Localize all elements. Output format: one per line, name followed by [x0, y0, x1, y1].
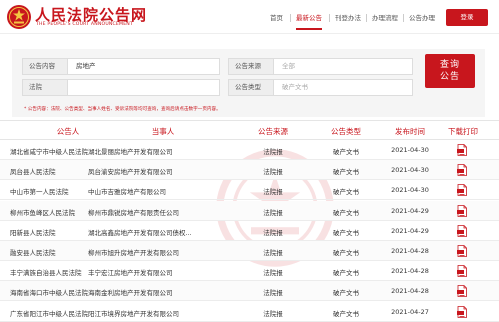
query-button-label-1: 查询 — [439, 60, 460, 70]
pdf-download-icon[interactable] — [457, 184, 467, 197]
nav-process[interactable]: 办理流程 — [372, 11, 398, 25]
announcer-cell[interactable]: 丰宁满族自治县人民法院 — [10, 267, 82, 277]
table-row[interactable]: 中山市第一人民法院 中山市吉雅房地产有限公司 法院报 破产文书 2021-04-30 — [0, 180, 499, 201]
announcer-cell[interactable]: 海南省海口市中级人民法院 — [10, 287, 88, 297]
query-button-label-2: 公告 — [439, 72, 460, 82]
date-cell: 2021-04-27 — [391, 307, 429, 316]
pdf-download-icon[interactable] — [457, 265, 467, 278]
party-cell[interactable]: 湖北高鑫房地产开发有限公司债权... — [88, 227, 192, 237]
source-cell: 法院报 — [263, 289, 283, 298]
party-cell[interactable]: 阳江市境界房地产开发有限公司 — [88, 308, 179, 318]
type-cell: 破产文书 — [333, 289, 359, 298]
source-cell: 法院报 — [263, 148, 283, 156]
date-cell: 2021-04-28 — [391, 247, 429, 255]
source-cell: 法院报 — [263, 228, 283, 237]
table-row[interactable]: 凤台县人民法院 凤台渝安房地产开发有限公司 法院报 破产文书 2021-04-30 — [0, 160, 499, 181]
party-cell[interactable]: 丰宁宏江房地产开发有限公司 — [88, 267, 173, 277]
pdf-download-icon[interactable] — [457, 204, 467, 217]
site-subtitle: THE PEOPLE'S COURT ANNOUNCEMENT — [36, 22, 133, 27]
pdf-download-icon[interactable] — [457, 285, 467, 298]
nav-latest-announcements[interactable]: 最新公告 — [296, 11, 322, 30]
query-button[interactable]: 查询 公告 — [425, 54, 475, 88]
table-row[interactable]: 海南省海口市中级人民法院 海南金利房地产开发有限公司 法院报 破产文书 2021-04-… — [0, 281, 499, 302]
party-cell[interactable]: 海南金利房地产开发有限公司 — [88, 287, 173, 297]
type-cell: 破产文书 — [333, 269, 359, 278]
announcer-cell[interactable]: 凤台县人民法院 — [10, 166, 56, 176]
type-cell: 破产文书 — [333, 188, 359, 197]
col-party: 当事人 — [151, 127, 175, 136]
party-cell[interactable]: 柳州市旭升房地产开发有限公司 — [88, 247, 179, 257]
table-row[interactable]: 柳州市鱼峰区人民法院 柳州市鼎锐房地产有限责任公司 法院报 破产文书 2021-04-2… — [0, 200, 499, 221]
type-cell: 破产文书 — [333, 168, 359, 177]
source-cell: 法院报 — [263, 309, 283, 318]
col-download: 下载打印 — [448, 127, 478, 136]
pdf-download-icon[interactable] — [457, 245, 467, 257]
announcer-cell[interactable]: 阳新县人民法院 — [10, 227, 56, 237]
content-input[interactable]: 房地产 — [67, 58, 220, 75]
pdf-download-icon[interactable] — [457, 224, 467, 237]
type-select[interactable]: 破产文书 — [273, 79, 413, 96]
table-header: 公告人 当事人 公告来源 公告类型 发布时间 下载打印 — [0, 120, 499, 140]
nav-publishing-methods[interactable]: 刊登办法 — [335, 11, 361, 25]
table-row[interactable]: 阳新县人民法院 湖北高鑫房地产开发有限公司债权... 法院报 破产文书 2021-04-… — [0, 221, 499, 241]
table-row[interactable]: 融安县人民法院 柳州市旭升房地产开发有限公司 法院报 破产文书 2021-04-28 — [0, 241, 499, 261]
type-cell: 破产文书 — [333, 309, 359, 318]
type-cell: 破产文书 — [333, 228, 359, 237]
nav-announcement-handling[interactable]: 公告办理 — [409, 11, 435, 25]
table-row[interactable]: 丰宁满族自治县人民法院 丰宁宏江房地产开发有限公司 法院报 破产文书 2021-04-2… — [0, 261, 499, 282]
pdf-download-icon[interactable] — [457, 164, 467, 177]
col-type: 公告类型 — [331, 127, 361, 136]
date-cell: 2021-04-30 — [391, 146, 429, 154]
type-cell: 破产文书 — [333, 249, 359, 257]
col-announcer: 公告人 — [56, 127, 80, 136]
date-cell: 2021-04-28 — [391, 287, 429, 296]
source-cell: 法院报 — [263, 269, 283, 278]
date-cell: 2021-04-29 — [391, 206, 429, 215]
court-emblem-logo[interactable] — [6, 4, 32, 30]
announcer-cell[interactable]: 柳州市鱼峰区人民法院 — [10, 207, 75, 217]
court-input[interactable] — [67, 79, 220, 96]
col-date: 发布时间 — [395, 127, 425, 136]
login-button[interactable]: 登录 — [446, 9, 488, 26]
date-cell: 2021-04-30 — [391, 166, 429, 175]
table-row[interactable]: 湖北省咸宁市中级人民法院 湖北景丽房地产开发有限公司 法院报 破产文书 2021-04-… — [0, 140, 499, 160]
announcer-cell[interactable]: 融安县人民法院 — [10, 247, 56, 257]
pdf-download-icon[interactable] — [457, 305, 467, 318]
source-cell: 法院报 — [263, 168, 283, 177]
content-label: 公告内容 — [22, 58, 68, 75]
court-label: 法院 — [22, 79, 68, 96]
pdf-download-icon[interactable] — [457, 144, 467, 156]
site-header: 人民法院公告网 THE PEOPLE'S COURT ANNOUNCEMENT … — [0, 0, 499, 34]
announcer-cell[interactable]: 广东省阳江市中级人民法院 — [10, 308, 88, 318]
search-hint: * 公告内容：法院、公告类型、当事人姓名、受诉法院等均可查询，查询后请点击数字一… — [24, 107, 221, 112]
party-cell[interactable]: 湖北景丽房地产开发有限公司 — [88, 146, 173, 156]
table-row[interactable]: 广东省阳江市中级人民法院 阳江市境界房地产开发有限公司 法院报 破产文书 2021-04… — [0, 302, 499, 322]
nav-home[interactable]: 首页 — [270, 11, 283, 25]
col-source: 公告来源 — [258, 127, 288, 136]
date-cell: 2021-04-28 — [391, 267, 429, 276]
source-cell: 法院报 — [263, 188, 283, 197]
announcer-cell[interactable]: 中山市第一人民法院 — [10, 186, 69, 196]
source-cell: 法院报 — [263, 249, 283, 257]
party-cell[interactable]: 中山市吉雅房地产有限公司 — [88, 186, 166, 196]
party-cell[interactable]: 凤台渝安房地产开发有限公司 — [88, 166, 173, 176]
announcer-cell[interactable]: 湖北省咸宁市中级人民法院 — [10, 146, 88, 156]
type-cell: 破产文书 — [333, 148, 359, 156]
source-label: 公告来源 — [228, 58, 274, 75]
type-label: 公告类型 — [228, 79, 274, 96]
source-select[interactable]: 全部 — [273, 58, 413, 75]
party-cell[interactable]: 柳州市鼎锐房地产有限责任公司 — [88, 207, 179, 217]
source-cell: 法院报 — [263, 208, 283, 217]
date-cell: 2021-04-30 — [391, 186, 429, 195]
date-cell: 2021-04-29 — [391, 226, 429, 235]
type-cell: 破产文书 — [333, 208, 359, 217]
